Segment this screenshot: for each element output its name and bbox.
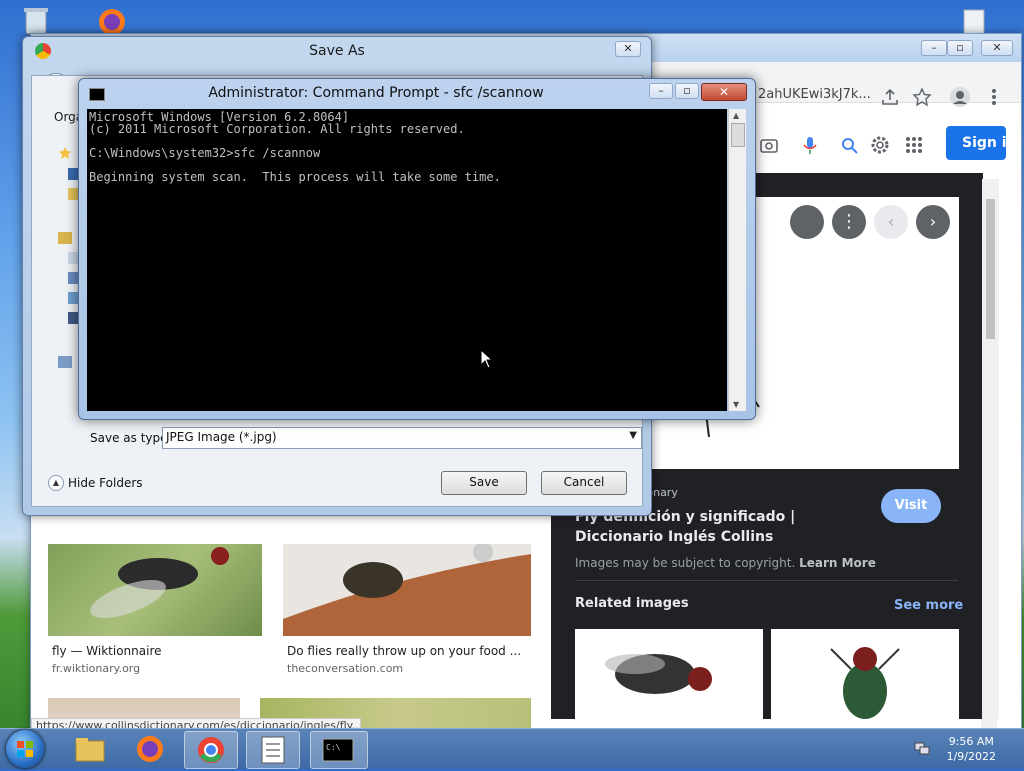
visit-button[interactable]: Visit xyxy=(881,489,941,523)
taskbar-cmd[interactable]: C:\ xyxy=(310,731,368,769)
taskbar-explorer[interactable] xyxy=(64,731,116,767)
scroll-up-arrow-icon[interactable]: ▲ xyxy=(733,111,739,120)
clock-date: 1/9/2022 xyxy=(946,750,996,763)
learn-more-link[interactable]: Learn More xyxy=(799,556,876,570)
svg-text:C:\: C:\ xyxy=(326,743,341,752)
cmd-close-button[interactable]: ✕ xyxy=(701,83,747,101)
firefox-icon xyxy=(137,736,163,762)
related-images-heading: Related images xyxy=(575,596,689,611)
system-clock[interactable]: 9:56 AM 1/9/2022 xyxy=(947,734,996,764)
network-tray-icon[interactable] xyxy=(914,741,930,755)
lens-search-icon[interactable] xyxy=(839,134,861,156)
right-scrollbar[interactable] xyxy=(982,179,999,719)
see-more-link[interactable]: See more xyxy=(894,598,963,613)
menu-kebab-icon[interactable] xyxy=(983,86,1005,108)
copyright-text: Images may be subject to copyright. xyxy=(575,556,796,570)
folder-icon xyxy=(75,738,105,762)
panel-divider xyxy=(575,580,958,581)
camera-search-icon[interactable] xyxy=(758,134,780,156)
command-prompt-window: Administrator: Command Prompt - sfc /sca… xyxy=(78,78,756,420)
cancel-button[interactable]: Cancel xyxy=(541,471,627,495)
notepad-icon xyxy=(261,736,285,764)
clock-time: 9:56 AM xyxy=(948,735,994,748)
save-as-close-button[interactable]: ✕ xyxy=(615,41,641,57)
console-output[interactable]: Microsoft Windows [Version 6.2.8064] (c)… xyxy=(87,109,727,411)
cmd-minimize-button[interactable]: – xyxy=(649,83,673,99)
save-as-title: Save As xyxy=(309,43,365,59)
save-as-type-select[interactable]: JPEG Image (*.jpg) ▼ xyxy=(162,427,642,449)
lens-button[interactable] xyxy=(790,205,824,239)
taskbar-firefox[interactable] xyxy=(124,731,176,767)
favorites-star-icon[interactable] xyxy=(58,146,72,159)
copyright-notice: Images may be subject to copyright. Lear… xyxy=(575,556,876,570)
profile-avatar-icon[interactable] xyxy=(949,86,971,108)
bookmark-star-icon[interactable] xyxy=(911,86,933,108)
result-source: fr.wiktionary.org xyxy=(52,662,141,675)
share-icon[interactable] xyxy=(879,86,901,108)
minimize-button[interactable]: – xyxy=(921,40,947,56)
result-source: theconversation.com xyxy=(287,662,404,675)
cmd-maximize-button[interactable]: ▫ xyxy=(675,83,699,99)
save-as-type-value: JPEG Image (*.jpg) xyxy=(166,430,277,444)
address-bar[interactable]: 2ahUKEwi3kJ7k... xyxy=(758,83,878,107)
console-line: C:\Windows\system32>sfc /scannow xyxy=(89,146,321,160)
cmd-scrollbar[interactable]: ▲ ▼ xyxy=(728,109,746,411)
chevron-up-icon: ▲ xyxy=(48,475,64,491)
cmd-app-icon xyxy=(89,88,105,101)
apps-grid-icon[interactable] xyxy=(903,134,925,156)
start-button[interactable] xyxy=(6,730,44,768)
scroll-down-arrow-icon[interactable]: ▼ xyxy=(733,400,739,409)
save-button[interactable]: Save xyxy=(441,471,527,495)
cmd-icon: C:\ xyxy=(322,738,354,762)
console-line: Beginning system scan. This process will… xyxy=(89,170,501,184)
hide-folders-label: Hide Folders xyxy=(68,476,143,490)
console-line: (c) 2011 Microsoft Corporation. All righ… xyxy=(89,122,465,136)
chrome-icon xyxy=(198,737,224,763)
result-caption[interactable]: Do flies really throw up on your food ..… xyxy=(287,644,521,658)
related-image[interactable] xyxy=(771,629,959,719)
result-image-wiktionnaire[interactable] xyxy=(48,544,262,636)
save-as-type-label: Save as type: xyxy=(90,431,172,445)
cmd-title: Administrator: Command Prompt - sfc /sca… xyxy=(208,85,544,101)
windows-logo-icon xyxy=(17,741,33,757)
taskbar-chrome[interactable] xyxy=(184,731,238,769)
result-caption[interactable]: fly — Wiktionnaire xyxy=(52,644,162,658)
related-image[interactable] xyxy=(575,629,763,719)
previous-image-button[interactable]: ‹ xyxy=(874,205,908,239)
taskbar-notepad[interactable] xyxy=(246,731,300,769)
result-image-conversation[interactable] xyxy=(283,544,531,636)
right-scrollbar-thumb[interactable] xyxy=(986,199,995,339)
cmd-scrollbar-thumb[interactable] xyxy=(731,123,745,147)
maximize-button[interactable]: ▫ xyxy=(947,40,973,56)
libraries-icon[interactable] xyxy=(58,232,72,244)
close-button[interactable]: ✕ xyxy=(981,40,1013,56)
settings-gear-icon[interactable] xyxy=(869,134,891,156)
computer-icon[interactable] xyxy=(58,356,72,368)
mouse-cursor-icon xyxy=(437,337,494,383)
sign-in-button[interactable]: Sign in xyxy=(946,126,1006,160)
chevron-down-icon[interactable]: ▼ xyxy=(629,430,637,441)
voice-search-icon[interactable] xyxy=(799,134,821,156)
taskbar: C:\ 9:56 AM 1/9/2022 xyxy=(0,728,1024,769)
more-options-button[interactable]: ⋮ xyxy=(832,205,866,239)
next-image-button[interactable]: › xyxy=(916,205,950,239)
